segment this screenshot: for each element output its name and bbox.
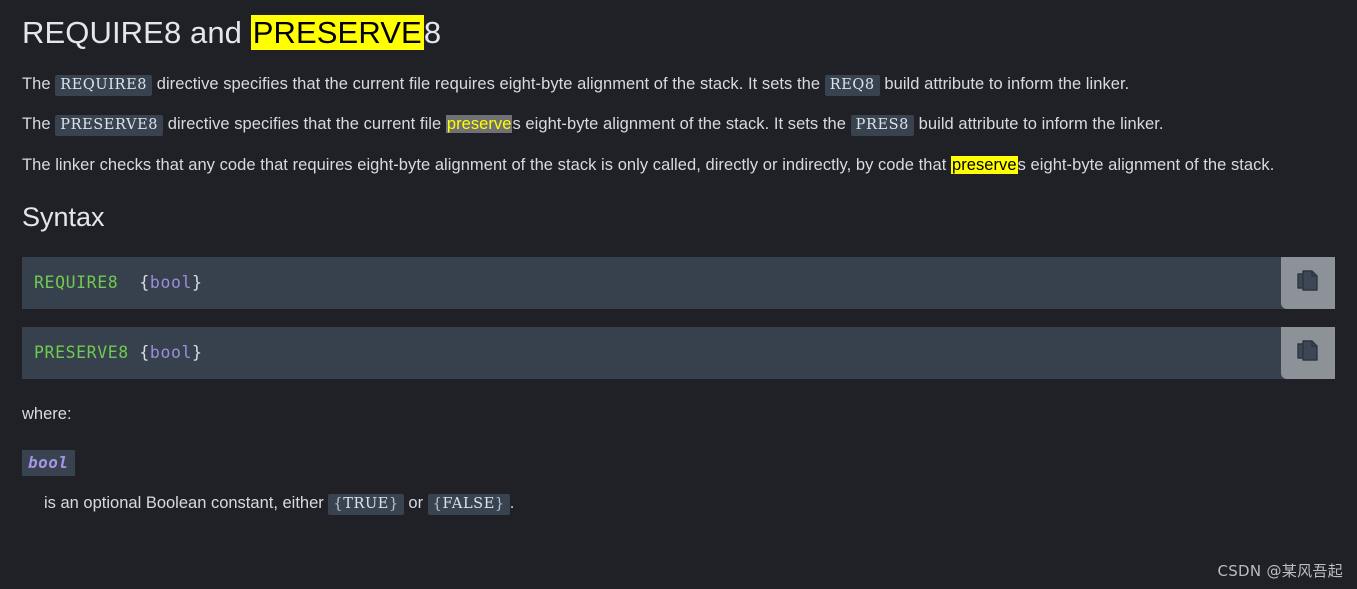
term-definition-bool: bool is an optional Boolean constant, ei… bbox=[22, 449, 1335, 516]
code-keyword: REQUIRE8 bbox=[34, 273, 119, 293]
inline-code-preserve8: PRESERVE8 bbox=[55, 115, 164, 137]
brace-close: } bbox=[494, 495, 505, 512]
brace-open: { bbox=[432, 495, 443, 512]
def-text-2: or bbox=[403, 493, 428, 512]
p2-text-2: directive specifies that the current fil… bbox=[163, 115, 446, 134]
p3-highlight-preserve: preserve bbox=[950, 155, 1018, 174]
p3-text-1: The linker checks that any code that req… bbox=[22, 155, 951, 174]
code-variable: bool bbox=[149, 273, 193, 293]
term-name-bool: bool bbox=[22, 449, 75, 476]
copy-code-button[interactable] bbox=[1281, 257, 1335, 310]
title-text-before: REQUIRE8 and bbox=[22, 15, 251, 50]
inline-code-require8: REQUIRE8 bbox=[55, 74, 153, 96]
p2-text-4: build attribute to inform the linker. bbox=[914, 115, 1164, 134]
title-highlight: PRESERVE bbox=[250, 15, 424, 50]
code-false-text: FALSE bbox=[442, 495, 495, 512]
inline-code-false: {FALSE} bbox=[427, 493, 510, 515]
copy-icon bbox=[1296, 340, 1320, 366]
code-open-brace: { bbox=[139, 273, 150, 293]
p1-text-1: The bbox=[22, 74, 56, 93]
code-true-text: TRUE bbox=[343, 495, 389, 512]
brace-open: { bbox=[333, 495, 344, 512]
term-description: is an optional Boolean constant, either … bbox=[22, 490, 1335, 516]
page-title: REQUIRE8 and PRESERVE8 bbox=[22, 0, 1335, 59]
code-block-preserve8: PRESERVE8 {bool} bbox=[22, 327, 1335, 380]
code-close-brace: } bbox=[192, 273, 203, 293]
copy-code-button[interactable] bbox=[1281, 327, 1335, 380]
title-text-after: 8 bbox=[423, 15, 442, 50]
code-close-brace: } bbox=[192, 343, 203, 363]
where-label: where: bbox=[22, 405, 72, 424]
code-keyword: PRESERVE8 bbox=[34, 343, 129, 363]
paragraph-require8: The REQUIRE8 directive specifies that th… bbox=[22, 69, 1335, 100]
code-open-brace: { bbox=[139, 343, 150, 363]
paragraph-linker-check: The linker checks that any code that req… bbox=[22, 150, 1335, 181]
watermark: CSDN @某风吾起 bbox=[1217, 562, 1343, 580]
p2-text-3: s eight-byte alignment of the stack. It … bbox=[512, 115, 851, 134]
code-block-content: REQUIRE8 {bool} bbox=[22, 273, 215, 293]
p2-text-1: The bbox=[22, 115, 56, 134]
code-block-require8: REQUIRE8 {bool} bbox=[22, 257, 1335, 310]
p3-text-2: s eight-byte alignment of the stack. bbox=[1017, 155, 1275, 174]
p2-highlight-preserve: preserve bbox=[445, 115, 513, 134]
def-text-1: is an optional Boolean constant, either bbox=[44, 493, 329, 512]
p1-text-2: directive specifies that the current fil… bbox=[152, 74, 825, 93]
code-block-content: PRESERVE8 {bool} bbox=[22, 343, 215, 363]
copy-icon bbox=[1296, 270, 1320, 296]
paragraph-preserve8: The PRESERVE8 directive specifies that t… bbox=[22, 109, 1335, 140]
inline-code-req8: REQ8 bbox=[824, 74, 880, 96]
doc-page: REQUIRE8 and PRESERVE8 The REQUIRE8 dire… bbox=[0, 0, 1357, 516]
inline-code-pres8: PRES8 bbox=[850, 115, 915, 137]
code-variable: bool bbox=[149, 343, 193, 363]
section-title-syntax: Syntax bbox=[22, 202, 105, 233]
inline-code-true: {TRUE} bbox=[328, 493, 404, 515]
p1-text-3: build attribute to inform the linker. bbox=[879, 74, 1130, 93]
brace-close: } bbox=[388, 495, 399, 512]
def-text-3: . bbox=[509, 493, 515, 512]
